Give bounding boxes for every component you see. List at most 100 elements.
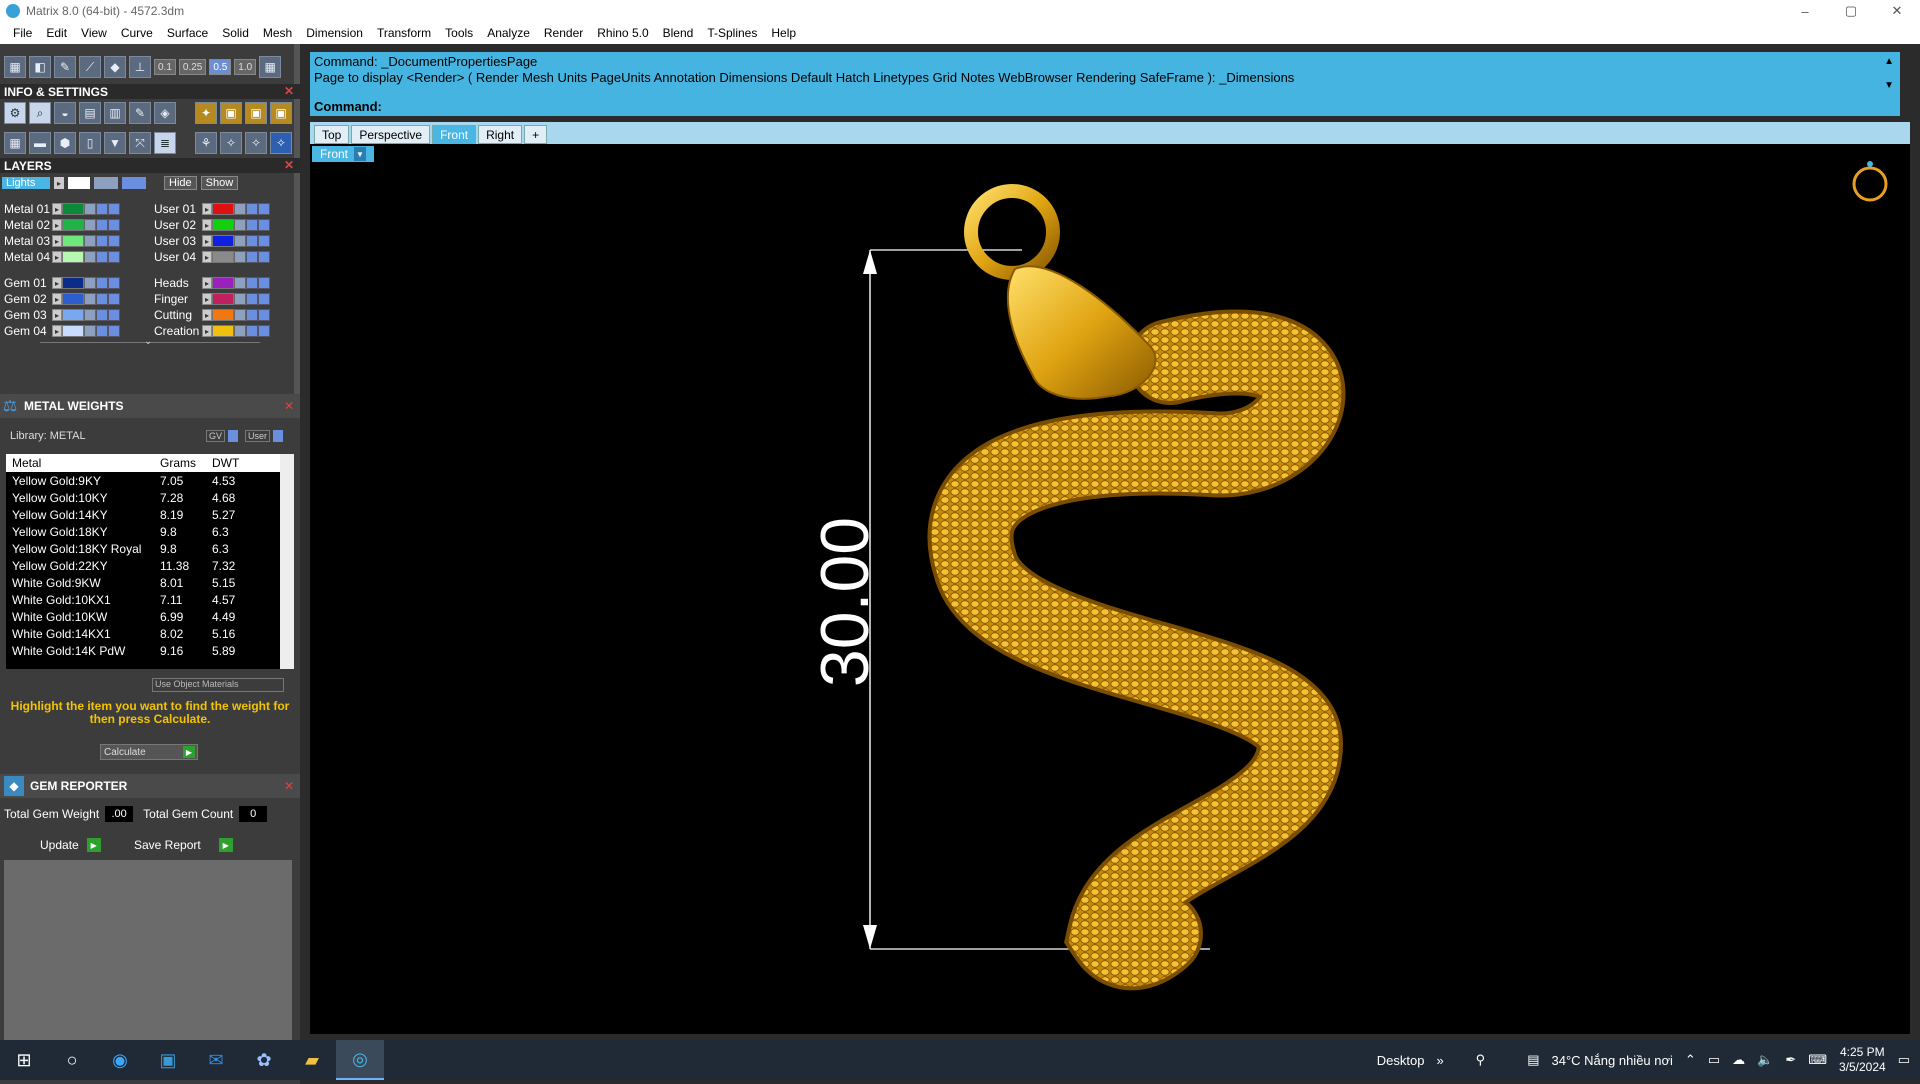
- visibility-icon[interactable]: [246, 293, 258, 305]
- chevron-up-icon[interactable]: ⌃: [1685, 1052, 1696, 1068]
- visibility-icon[interactable]: [246, 203, 258, 215]
- expand-icon[interactable]: ▸: [202, 203, 212, 215]
- print-icon[interactable]: [108, 309, 120, 321]
- search-icon[interactable]: ○: [48, 1040, 96, 1080]
- lock-icon[interactable]: [234, 219, 246, 231]
- layer-row[interactable]: Metal 02 ▸: [0, 218, 120, 232]
- people-icon[interactable]: ⚲: [1476, 1052, 1486, 1068]
- layer-row[interactable]: Gem 03 ▸: [0, 308, 120, 322]
- layer-row[interactable]: User 04 ▸: [150, 250, 270, 264]
- materials-icon[interactable]: ◒: [54, 102, 76, 124]
- expand-icon[interactable]: ▸: [202, 325, 212, 337]
- menu-blend[interactable]: Blend: [656, 26, 701, 40]
- lock-icon[interactable]: [84, 251, 96, 263]
- lock-icon[interactable]: [234, 309, 246, 321]
- step-value[interactable]: 1.0: [234, 59, 257, 75]
- layer-color-swatch[interactable]: [62, 325, 84, 337]
- lights-layer[interactable]: Lights: [2, 177, 50, 189]
- layer-name[interactable]: User 01: [150, 202, 202, 216]
- menu-surface[interactable]: Surface: [160, 26, 215, 40]
- menu-solid[interactable]: Solid: [215, 26, 256, 40]
- update-button[interactable]: Update ▶: [40, 838, 101, 852]
- lock-icon[interactable]: [234, 293, 246, 305]
- save-report-button[interactable]: Save Report ▶: [134, 838, 233, 852]
- render-icon[interactable]: ◈: [154, 102, 176, 124]
- visibility-icon[interactable]: [96, 277, 108, 289]
- layer-color-swatch[interactable]: [62, 219, 84, 231]
- lock-icon[interactable]: [84, 325, 96, 337]
- menu-curve[interactable]: Curve: [114, 26, 160, 40]
- use-object-materials-button[interactable]: Use Object Materials: [152, 678, 284, 692]
- gem-2-icon[interactable]: ✧: [245, 132, 267, 154]
- rotate-icon[interactable]: ◆: [104, 56, 126, 78]
- print-icon[interactable]: [108, 277, 120, 289]
- restore-button[interactable]: ▢: [1828, 0, 1874, 22]
- menu-dimension[interactable]: Dimension: [299, 26, 370, 40]
- print-icon[interactable]: [258, 235, 270, 247]
- layer-row[interactable]: Gem 04 ▸: [0, 324, 120, 338]
- expand-icon[interactable]: ▸: [52, 235, 62, 247]
- layer-row[interactable]: Creation ▸: [150, 324, 270, 338]
- user-toggle[interactable]: User: [245, 430, 271, 442]
- pin-icon[interactable]: ⊥: [129, 56, 151, 78]
- show-toggle[interactable]: Show: [200, 176, 239, 190]
- step-value[interactable]: 0.25: [178, 59, 207, 75]
- volume-icon[interactable]: 🔈: [1757, 1052, 1773, 1068]
- close-icon[interactable]: ✕: [284, 84, 294, 98]
- expand-icon[interactable]: ▸: [52, 325, 62, 337]
- mail-icon[interactable]: ✉: [192, 1040, 240, 1080]
- layer-color-swatch[interactable]: [212, 293, 234, 305]
- visibility-icon[interactable]: [96, 309, 108, 321]
- table-row[interactable]: Yellow Gold:14KY 8.19 5.27: [6, 506, 294, 523]
- list-icon[interactable]: ≣: [154, 132, 176, 154]
- layer-color-swatch[interactable]: [62, 309, 84, 321]
- hide-toggle[interactable]: Hide: [164, 176, 197, 190]
- minimize-button[interactable]: –: [1782, 0, 1828, 22]
- expand-icon[interactable]: ▸: [202, 309, 212, 321]
- layer-row[interactable]: Finger ▸: [150, 292, 270, 306]
- visibility-icon[interactable]: [246, 251, 258, 263]
- print-icon[interactable]: [108, 251, 120, 263]
- lights-swatch[interactable]: [68, 177, 90, 189]
- layer-row[interactable]: User 01 ▸: [150, 202, 270, 216]
- onedrive-icon[interactable]: ☁: [1732, 1052, 1745, 1068]
- filter-icon[interactable]: ▼: [104, 132, 126, 154]
- visibility-icon[interactable]: [246, 235, 258, 247]
- clock[interactable]: 4:25 PM 3/5/2024: [1839, 1045, 1886, 1075]
- frame-3-icon[interactable]: ▣: [270, 102, 292, 124]
- settings-icon[interactable]: ⚙: [4, 102, 26, 124]
- expand-icon[interactable]: ▸: [202, 251, 212, 263]
- menu-help[interactable]: Help: [764, 26, 803, 40]
- menu-edit[interactable]: Edit: [39, 26, 74, 40]
- layer-row[interactable]: User 02 ▸: [150, 218, 270, 232]
- collapse-icon[interactable]: ⌄: [144, 336, 152, 347]
- close-icon[interactable]: ✕: [284, 158, 294, 172]
- table-row[interactable]: Yellow Gold:9KY 7.05 4.53: [6, 472, 294, 489]
- print-icon[interactable]: [108, 325, 120, 337]
- table-row[interactable]: White Gold:9KW 8.01 5.15: [6, 574, 294, 591]
- menu-analyze[interactable]: Analyze: [480, 26, 537, 40]
- cube-icon[interactable]: ⬢: [54, 132, 76, 154]
- print-icon[interactable]: [258, 251, 270, 263]
- lock-icon[interactable]: [84, 293, 96, 305]
- table-row[interactable]: White Gold:14KX1 8.02 5.16: [6, 625, 294, 642]
- table-row[interactable]: Yellow Gold:22KY 11.38 7.32: [6, 557, 294, 574]
- layer-color-swatch[interactable]: [62, 251, 84, 263]
- tab-front[interactable]: Front: [432, 125, 477, 144]
- menu-view[interactable]: View: [74, 26, 114, 40]
- layer-name[interactable]: Metal 01: [0, 202, 52, 216]
- layer-name[interactable]: Gem 01: [0, 276, 52, 290]
- menu-file[interactable]: File: [6, 26, 39, 40]
- transform-icon[interactable]: ⤧: [129, 132, 151, 154]
- visibility-icon[interactable]: [246, 325, 258, 337]
- expand-icon[interactable]: »: [1436, 1053, 1443, 1068]
- documents-icon[interactable]: ▤: [79, 102, 101, 124]
- notifications-icon[interactable]: ▭: [1898, 1052, 1910, 1068]
- desktop-toolbar[interactable]: Desktop: [1377, 1053, 1425, 1068]
- tab-right[interactable]: Right: [478, 125, 523, 144]
- menu-mesh[interactable]: Mesh: [256, 26, 299, 40]
- visibility-icon[interactable]: [96, 219, 108, 231]
- gem-3-icon[interactable]: ✧: [270, 132, 292, 154]
- light-icon[interactable]: ✦: [195, 102, 217, 124]
- layer-name[interactable]: Heads: [150, 276, 202, 290]
